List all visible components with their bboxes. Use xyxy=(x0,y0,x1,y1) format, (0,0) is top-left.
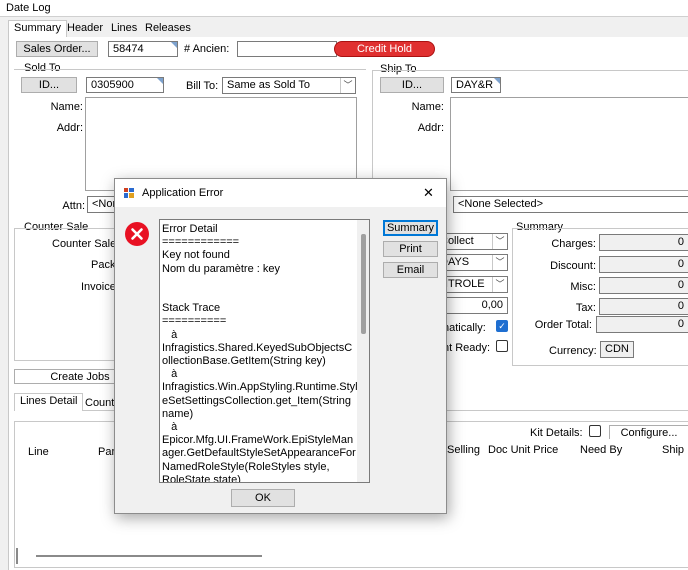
close-icon[interactable]: ✕ xyxy=(423,185,434,201)
automatically-checkbox[interactable]: ✓ xyxy=(496,320,508,332)
invoice-label: Invoice xyxy=(81,281,116,293)
window-title-bar: Date Log xyxy=(0,0,688,17)
dialog-title-bar: Application Error ✕ xyxy=(115,179,446,207)
ship-to-id-field[interactable]: DAY&R xyxy=(451,77,501,93)
tax-value: 0 xyxy=(677,300,684,312)
chevron-down-icon[interactable]: ﹀ xyxy=(492,277,507,292)
sales-order-button[interactable]: Sales Order... xyxy=(16,41,98,57)
dialog-title: Application Error xyxy=(142,187,224,199)
ancien-field[interactable] xyxy=(237,41,337,57)
kit-details-checkbox[interactable] xyxy=(589,425,601,437)
grid-header-selling[interactable]: Selling xyxy=(447,444,480,456)
ship-to-name-addr-field[interactable] xyxy=(450,97,688,191)
error-detail-scrollbar[interactable] xyxy=(357,220,369,482)
ship-to-id-button[interactable]: ID... xyxy=(380,77,444,93)
tab-lines-detail[interactable]: Lines Detail xyxy=(14,393,84,411)
ready-checkbox[interactable] xyxy=(496,340,508,352)
currency-label: Currency: xyxy=(549,345,597,357)
print-button[interactable]: Print xyxy=(383,241,438,257)
configure-button[interactable]: Configure... xyxy=(609,425,688,440)
misc-field[interactable]: 0 xyxy=(599,277,688,294)
scrollbar-thumb[interactable] xyxy=(361,234,366,334)
tab-header[interactable]: Header xyxy=(62,21,108,35)
error-detail-textbox[interactable]: Error Detail ============ Key not found … xyxy=(159,219,370,483)
error-detail-text: Error Detail ============ Key not found … xyxy=(162,223,358,483)
chevron-down-icon[interactable]: ﹀ xyxy=(340,78,355,93)
misc-label: Misc: xyxy=(570,281,596,293)
charges-field[interactable]: 0 xyxy=(599,234,688,251)
horizontal-scrollbar[interactable] xyxy=(16,548,262,564)
ship-to-addr-label: Addr: xyxy=(417,122,444,134)
ready-label: nt Ready: xyxy=(443,342,491,354)
charges-value: 0 xyxy=(677,236,684,248)
tab-lines[interactable]: Lines xyxy=(106,21,142,35)
discount-field[interactable]: 0 xyxy=(599,256,688,273)
email-button[interactable]: Email xyxy=(383,262,438,278)
app-icon xyxy=(124,188,134,198)
tax-label: Tax: xyxy=(575,302,596,314)
tab-releases[interactable]: Releases xyxy=(140,21,196,35)
sales-order-field[interactable]: 58474 xyxy=(108,41,178,57)
tax-field[interactable]: 0 xyxy=(599,298,688,315)
counter-sale-label: Counter Sale xyxy=(52,238,117,250)
order-total-field[interactable]: 0 xyxy=(596,316,688,333)
grid-header-part[interactable]: Par xyxy=(98,446,115,458)
sold-to-attn-label: Attn: xyxy=(62,200,85,212)
credit-hold-label: Credit Hold xyxy=(356,43,413,55)
sold-to-name-label: Name: xyxy=(50,101,83,113)
automatically-label: natically: xyxy=(443,322,486,334)
currency-field[interactable]: CDN xyxy=(600,341,634,358)
chevron-down-icon[interactable]: ﹀ xyxy=(492,255,507,270)
bill-to-select[interactable]: Same as Sold To ﹀ xyxy=(222,77,356,94)
kit-details-label: Kit Details: xyxy=(530,427,583,439)
order-total-value: 0 xyxy=(677,318,684,330)
sold-to-name-addr-field[interactable] xyxy=(85,97,357,191)
bill-to-label: Bill To: xyxy=(186,80,219,92)
bill-to-value: Same as Sold To xyxy=(227,79,310,91)
ship-to-name-label: Name: xyxy=(411,101,444,113)
sold-to-addr-label: Addr: xyxy=(56,122,83,134)
application-error-dialog: Application Error ✕ Error Detail =======… xyxy=(114,178,447,514)
sold-to-id-field[interactable]: 0305900 xyxy=(86,77,164,93)
amount-value: 0,00 xyxy=(481,299,503,311)
chevron-down-icon[interactable]: ﹀ xyxy=(492,234,507,249)
grid-header-ship[interactable]: Ship I xyxy=(662,444,688,456)
discount-label: Discount: xyxy=(550,260,596,272)
grid-header-doc-unit-price[interactable]: Doc Unit Price xyxy=(488,444,558,456)
tab-summary[interactable]: Summary xyxy=(8,20,68,38)
error-icon xyxy=(124,221,150,247)
scrollbar-thumb[interactable] xyxy=(36,555,262,557)
misc-value: 0 xyxy=(677,279,684,291)
grid-header-need-by[interactable]: Need By xyxy=(580,444,622,456)
charges-label: Charges: xyxy=(551,238,596,250)
ship-to-attn-field[interactable]: <None Selected> xyxy=(453,196,688,213)
order-total-label: Order Total: xyxy=(534,319,592,331)
grid-header-line[interactable]: Line xyxy=(28,446,49,458)
ok-button[interactable]: OK xyxy=(231,489,295,507)
discount-value: 0 xyxy=(677,258,684,270)
pack-label: Pack xyxy=(91,259,116,271)
credit-hold-badge: Credit Hold xyxy=(334,41,435,57)
ancien-label: # Ancien: xyxy=(184,43,230,55)
scrollbar-edge xyxy=(16,548,18,564)
sold-to-id-button[interactable]: ID... xyxy=(21,77,77,93)
summary-button[interactable]: Summary xyxy=(383,220,438,236)
window-title: Date Log xyxy=(6,2,51,14)
